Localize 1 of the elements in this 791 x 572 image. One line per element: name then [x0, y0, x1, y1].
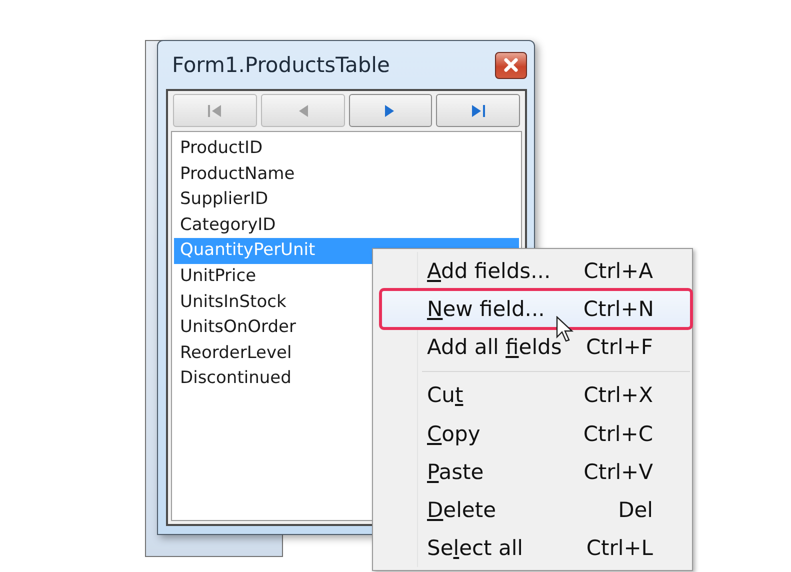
- window-title: Form1.ProductsTable: [171, 53, 390, 77]
